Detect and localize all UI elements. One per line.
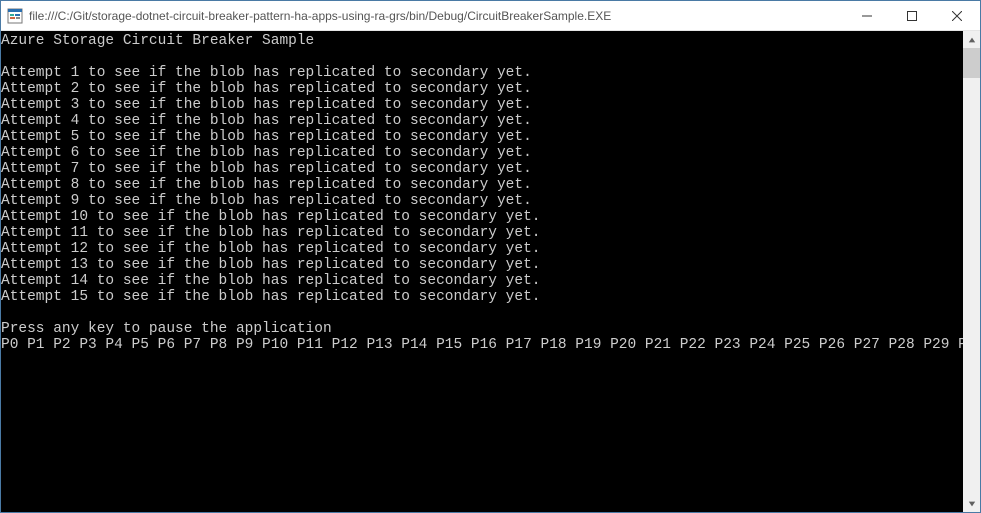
scroll-down-arrow-icon[interactable] xyxy=(963,495,980,512)
window-title: file:///C:/Git/storage-dotnet-circuit-br… xyxy=(29,9,844,23)
app-window: file:///C:/Git/storage-dotnet-circuit-br… xyxy=(0,0,981,513)
vertical-scrollbar[interactable] xyxy=(963,31,980,512)
minimize-button[interactable] xyxy=(844,1,889,30)
titlebar[interactable]: file:///C:/Git/storage-dotnet-circuit-br… xyxy=(1,1,980,31)
scroll-up-arrow-icon[interactable] xyxy=(963,31,980,48)
close-button[interactable] xyxy=(934,1,980,30)
console-area: Azure Storage Circuit Breaker Sample Att… xyxy=(1,31,980,512)
window-controls xyxy=(844,1,980,30)
maximize-button[interactable] xyxy=(889,1,934,30)
app-icon xyxy=(7,8,23,24)
console-output[interactable]: Azure Storage Circuit Breaker Sample Att… xyxy=(1,31,963,512)
scroll-thumb[interactable] xyxy=(963,48,980,78)
